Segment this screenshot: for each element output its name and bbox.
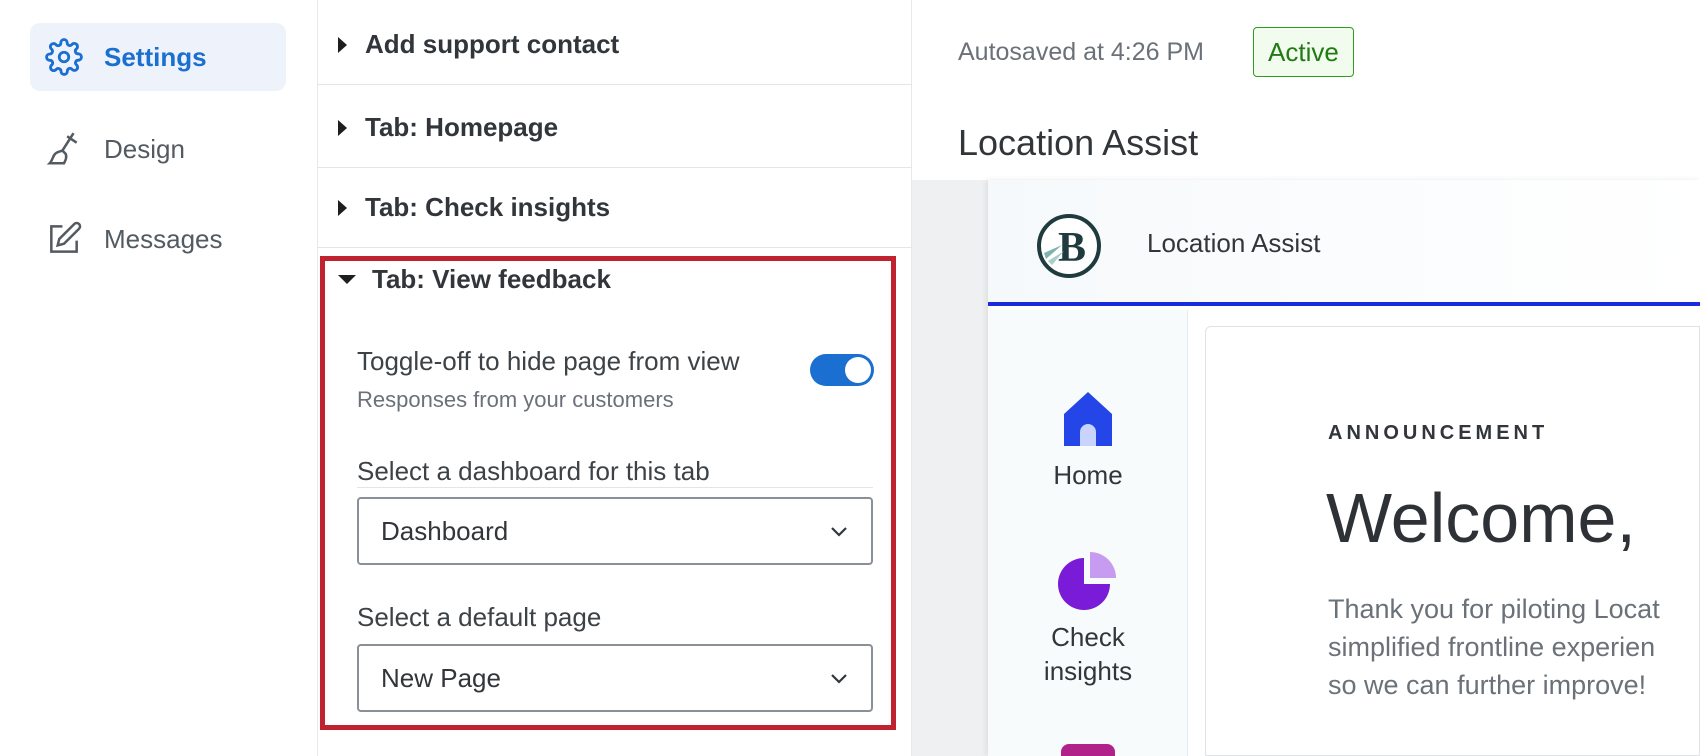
default-page-select-value: New Page: [381, 662, 501, 693]
preview-nav-home-label: Home: [1053, 460, 1123, 490]
caret-down-icon: [338, 275, 356, 284]
nav-label-settings: Settings: [104, 41, 207, 72]
visibility-toggle[interactable]: [810, 354, 874, 386]
preview-nav-check-label-1: Check: [1051, 622, 1125, 652]
section-label: Tab: View feedback: [372, 264, 611, 294]
nav-label-design: Design: [104, 133, 185, 164]
partial-nav-icon: [1061, 744, 1115, 756]
body-line: Thank you for piloting Locat: [1328, 594, 1660, 624]
section-label: Tab: Check insights: [365, 192, 611, 222]
nav-item-design[interactable]: Design: [30, 115, 286, 183]
announcement-body: Thank you for piloting Locat simplified …: [1328, 590, 1700, 704]
section-add-support-contact[interactable]: Add support contact: [318, 5, 912, 85]
svg-text:B: B: [1058, 225, 1086, 271]
caret-right-icon: [338, 36, 347, 53]
section-tab-homepage[interactable]: Tab: Homepage: [318, 88, 912, 168]
edit-message-icon: [44, 219, 84, 259]
chevron-down-icon: [831, 527, 847, 537]
section-label: Tab: Homepage: [365, 112, 559, 142]
toggle-sublabel: Responses from your customers: [357, 387, 674, 412]
brand-logo: B: [1037, 214, 1101, 278]
caret-right-icon: [338, 199, 347, 216]
preview-app-name: Location Assist: [1147, 228, 1321, 258]
dashboard-select-label: Select a dashboard for this tab: [357, 456, 710, 486]
section-tab-view-feedback[interactable]: Tab: View feedback: [338, 264, 611, 295]
body-line: simplified frontline experien: [1328, 632, 1656, 662]
default-page-select[interactable]: New Page: [357, 644, 873, 712]
announcement-label: ANNOUNCEMENT: [1328, 422, 1549, 444]
welcome-heading: Welcome,: [1326, 479, 1636, 557]
status-badge: Active: [1253, 27, 1354, 77]
caret-right-icon: [338, 119, 347, 136]
toggle-knob: [845, 357, 871, 383]
section-label: Add support contact: [365, 29, 620, 59]
home-icon: [1064, 392, 1112, 446]
preview-nav-check-insights[interactable]: Check insights: [988, 548, 1188, 688]
autosave-status: Autosaved at 4:26 PM: [958, 38, 1204, 66]
paintbrush-icon: [44, 129, 84, 169]
preview-nav-check-label-2: insights: [1043, 656, 1133, 686]
gear-icon: [44, 37, 84, 77]
section-tab-check-insights[interactable]: Tab: Check insights: [318, 168, 912, 248]
left-nav: Settings Design Messages: [0, 0, 318, 756]
body-line: so we can further improve!: [1328, 670, 1647, 700]
preview-sidebar: [988, 310, 1188, 756]
pie-chart-icon: [1058, 552, 1116, 610]
toggle-label: Toggle-off to hide page from view: [357, 346, 740, 376]
divider: [357, 487, 873, 488]
nav-item-messages[interactable]: Messages: [30, 205, 286, 273]
dashboard-select-value: Dashboard: [381, 515, 509, 546]
default-page-select-label: Select a default page: [357, 602, 602, 632]
chevron-down-icon: [831, 674, 847, 684]
nav-item-settings[interactable]: Settings: [30, 23, 286, 91]
page-title: Location Assist: [958, 122, 1199, 163]
preview-nav-home[interactable]: Home: [988, 390, 1188, 492]
nav-label-messages: Messages: [104, 223, 223, 254]
dashboard-select[interactable]: Dashboard: [357, 497, 873, 565]
